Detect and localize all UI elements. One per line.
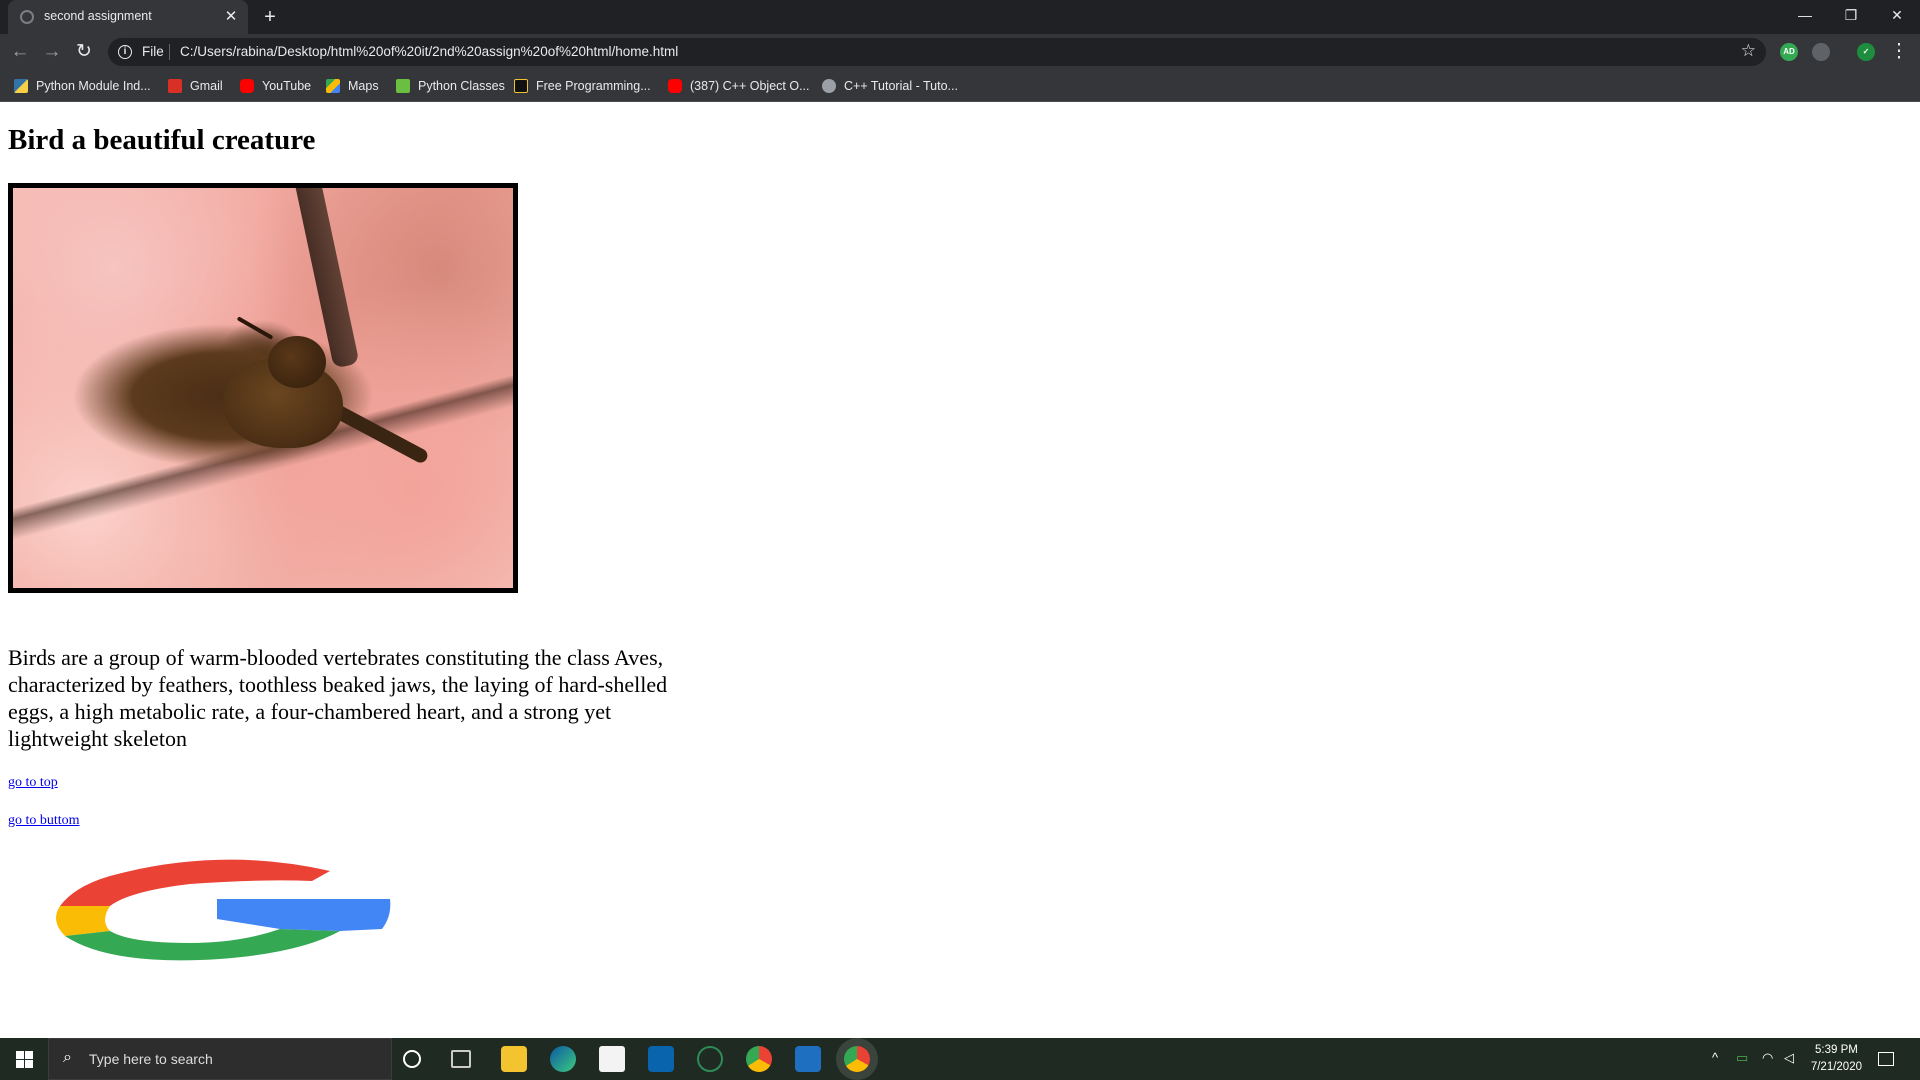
restore-button[interactable]: ❐ <box>1828 0 1874 32</box>
back-button[interactable]: ← <box>8 40 32 64</box>
bookmark-label: Free Programming... <box>536 79 651 93</box>
search-placeholder: Type here to search <box>89 1051 213 1067</box>
bookmark-python-module[interactable]: Python Module Ind... <box>14 77 151 95</box>
bookmark-cpp-object[interactable]: (387) C++ Object O... <box>668 77 810 95</box>
reload-button[interactable]: ↻ <box>72 40 96 64</box>
windows-logo-pane <box>25 1060 33 1068</box>
shield-extension-icon[interactable]: ✓ <box>1857 43 1875 61</box>
globe-icon <box>20 10 34 24</box>
taskbar-search[interactable]: ⌕ Type here to search <box>48 1038 392 1080</box>
google-logo-image <box>56 859 391 961</box>
taskbar-clock[interactable]: 5:39 PM 7/21/2020 <box>1811 1042 1862 1076</box>
logo-yellow-arc <box>56 906 110 936</box>
chrome-icon[interactable] <box>746 1046 772 1072</box>
windows-logo-pane <box>16 1060 24 1068</box>
minimize-button[interactable]: — <box>1782 0 1828 32</box>
url-text[interactable]: C:/Users/rabina/Desktop/html%20of%20it/2… <box>180 44 678 59</box>
task-view-icon[interactable] <box>451 1050 471 1068</box>
bookmark-maps[interactable]: Maps <box>326 77 379 95</box>
bird-head-shape <box>268 336 326 388</box>
l-icon <box>514 79 528 93</box>
url-scheme: File <box>142 44 164 59</box>
bookmark-python-classes[interactable]: Python Classes <box>396 77 505 95</box>
bookmark-cpp-tutorial[interactable]: C++ Tutorial - Tuto... <box>822 77 958 95</box>
bookmarks-bar: Python Module Ind... Gmail YouTube Maps … <box>0 70 1920 102</box>
bookmark-label: Maps <box>348 79 379 93</box>
notifications-icon[interactable] <box>1878 1052 1894 1066</box>
page-title: Bird a beautiful creature <box>8 124 316 156</box>
bird-image <box>8 183 518 593</box>
gmail-icon <box>168 79 182 93</box>
windows-start-button[interactable] <box>0 1038 48 1080</box>
adblock-extension-icon[interactable]: AD <box>1780 43 1798 61</box>
bookmark-free-programming[interactable]: Free Programming... <box>514 77 651 95</box>
clock-time: 5:39 PM <box>1815 1044 1858 1056</box>
browser-tab[interactable]: second assignment ✕ <box>8 0 248 34</box>
classes-icon <box>396 79 410 93</box>
tab-title: second assignment <box>44 9 152 23</box>
taskbar: ⌕ Type here to search ^ ▭ ◠ ◁ 5:39 PM 7/… <box>0 1038 1920 1080</box>
bird-beak-shape <box>236 316 274 340</box>
photos-icon[interactable] <box>795 1046 821 1072</box>
browser-toolbar: ← → ↻ i File C:/Users/rabina/Desktop/htm… <box>0 34 1920 70</box>
battery-icon[interactable]: ▭ <box>1736 1050 1748 1066</box>
wifi-icon[interactable]: ◠ <box>1762 1050 1773 1066</box>
go-to-bottom-link[interactable]: go to buttom <box>8 813 80 829</box>
windows-logo-pane <box>25 1051 33 1059</box>
mail-icon[interactable] <box>648 1046 674 1072</box>
volume-icon[interactable]: ◁ <box>1784 1050 1794 1066</box>
cortana-icon[interactable] <box>403 1050 421 1068</box>
youtube-icon <box>668 79 682 93</box>
app-icon[interactable] <box>697 1046 723 1072</box>
store-icon[interactable] <box>599 1046 625 1072</box>
logo-green-arc <box>65 929 340 961</box>
bookmark-label: Python Module Ind... <box>36 79 151 93</box>
maps-icon <box>326 79 340 93</box>
new-tab-button[interactable]: + <box>258 5 282 29</box>
description-paragraph: Birds are a group of warm-blooded verteb… <box>8 645 668 751</box>
drive-extension-icon[interactable] <box>1812 43 1830 61</box>
page-content: Bird a beautiful creature Birds are a gr… <box>0 103 1920 1038</box>
logo-blue-bar <box>217 899 391 931</box>
bookmark-star-icon[interactable]: ☆ <box>1741 41 1756 61</box>
bookmark-label: Gmail <box>190 79 223 93</box>
forward-button[interactable]: → <box>40 40 64 64</box>
youtube-icon <box>240 79 254 93</box>
tray-chevron-icon[interactable]: ^ <box>1712 1050 1718 1065</box>
bookmark-youtube[interactable]: YouTube <box>240 77 311 95</box>
go-to-top-link[interactable]: go to top <box>8 775 58 791</box>
bookmark-label: C++ Tutorial - Tuto... <box>844 79 958 93</box>
chrome-active-icon[interactable] <box>844 1046 870 1072</box>
bookmark-label: Python Classes <box>418 79 505 93</box>
info-icon[interactable]: i <box>118 45 132 59</box>
bookmark-gmail[interactable]: Gmail <box>168 77 223 95</box>
search-icon: ⌕ <box>63 1049 72 1066</box>
bookmark-label: (387) C++ Object O... <box>690 79 810 93</box>
close-window-button[interactable]: ✕ <box>1874 0 1920 32</box>
edge-icon[interactable] <box>550 1046 576 1072</box>
clock-date: 7/21/2020 <box>1810 1061 1862 1073</box>
tutorial-icon <box>822 79 836 93</box>
menu-kebab-icon[interactable]: ⋮ <box>1887 40 1911 64</box>
address-bar[interactable]: i File C:/Users/rabina/Desktop/html%20of… <box>108 38 1766 66</box>
address-separator <box>169 44 170 60</box>
python-icon <box>14 79 28 93</box>
windows-logo-pane <box>16 1051 24 1059</box>
close-tab-icon[interactable]: ✕ <box>222 8 240 26</box>
bookmark-label: YouTube <box>262 79 312 93</box>
file-explorer-icon[interactable] <box>501 1046 527 1072</box>
tab-strip: second assignment ✕ + — ❐ ✕ <box>0 0 1920 34</box>
